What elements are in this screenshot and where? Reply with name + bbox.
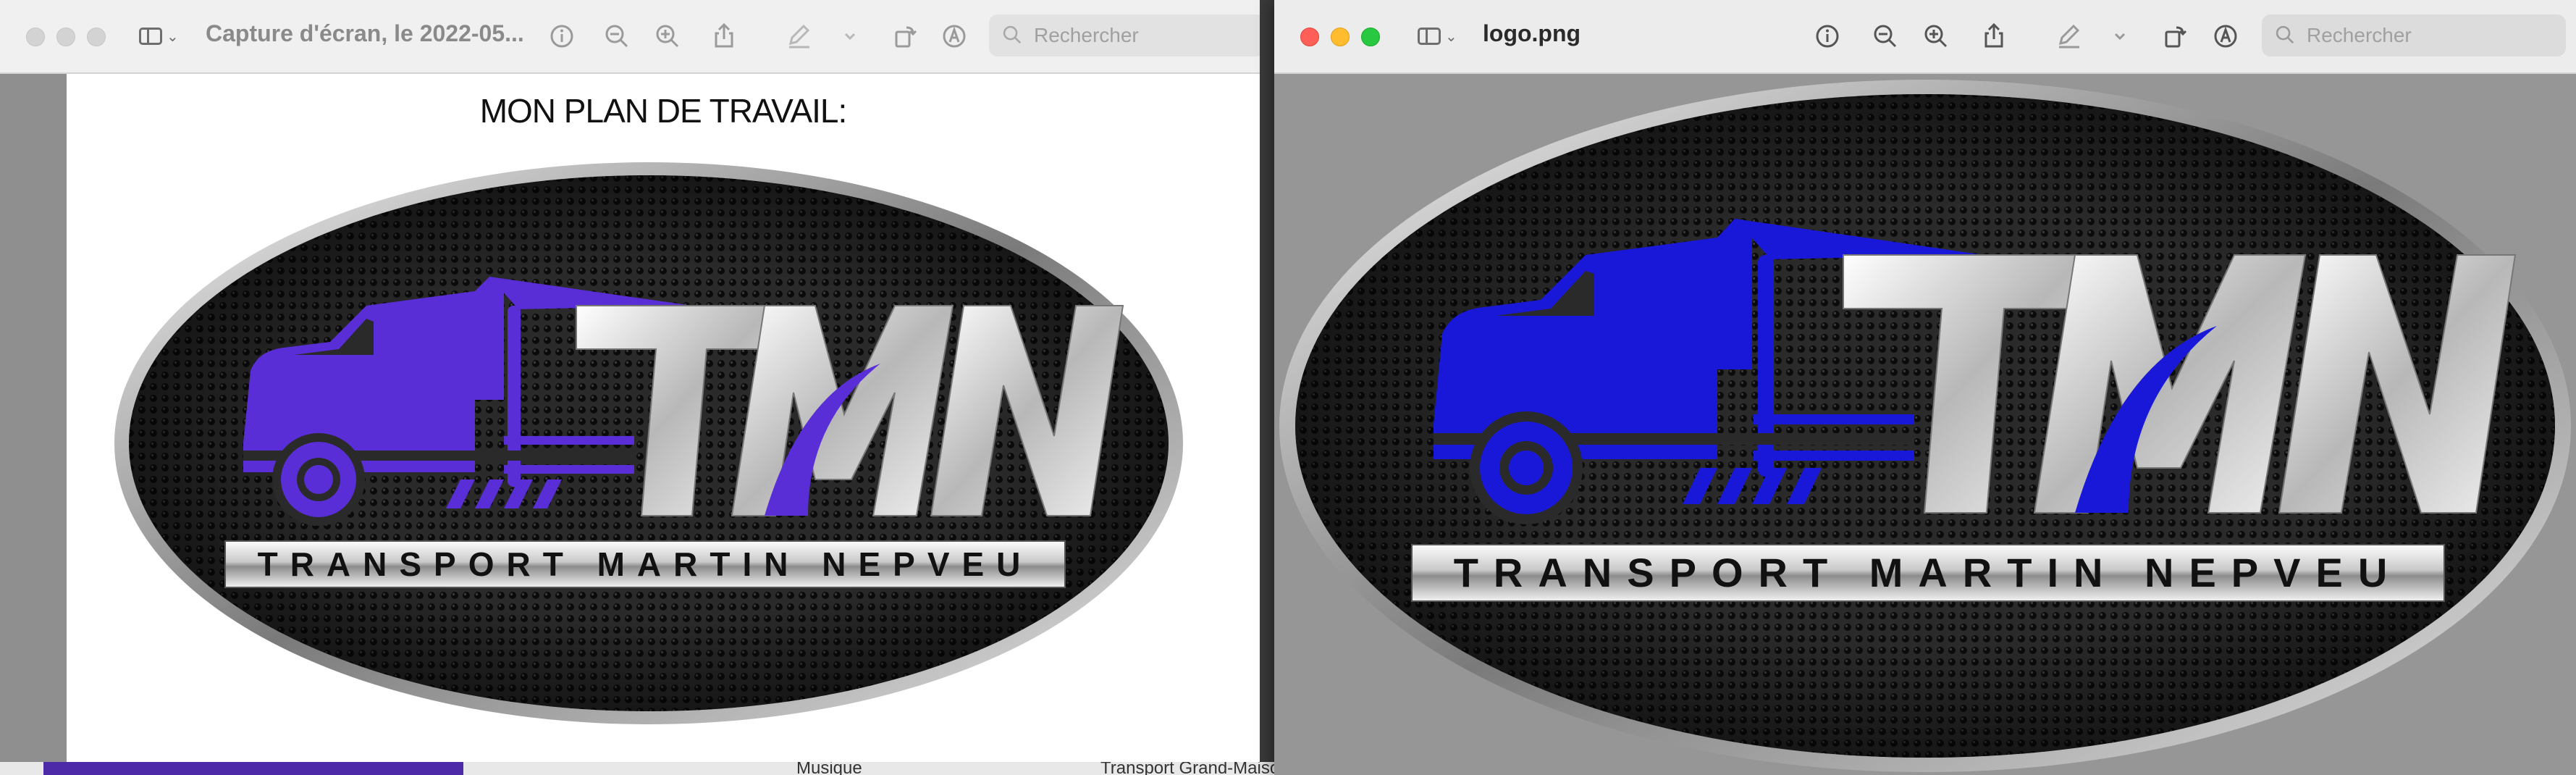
sidebar-toggle-icon bbox=[1418, 28, 1441, 45]
finder-item-music[interactable]: Musique bbox=[796, 762, 862, 775]
logo-tagline: TRANSPORT MARTIN NEPVEU bbox=[1454, 550, 2403, 595]
zoom-in-icon bbox=[1924, 25, 1948, 48]
zoom-out-icon bbox=[1874, 25, 1897, 48]
minimize-button[interactable] bbox=[1331, 28, 1350, 46]
search-field[interactable] bbox=[989, 14, 1260, 56]
rotate-button[interactable] bbox=[2158, 19, 2192, 54]
zoom-in-icon bbox=[656, 25, 679, 48]
document-heading: MON PLAN DE TRAVAIL: bbox=[479, 92, 848, 130]
tmn-logo-image: TRANSPORT MARTIN NEPVEU bbox=[1279, 80, 2571, 772]
zoom-button[interactable] bbox=[87, 28, 106, 46]
annotate-icon bbox=[2214, 25, 2237, 48]
preview-window-left: ⌄ Capture d'écran, le 2022-05... Recherc… bbox=[0, 0, 1260, 775]
finder-thumbnail bbox=[43, 762, 463, 775]
markup-button[interactable] bbox=[782, 19, 817, 54]
markup-menu-button[interactable] bbox=[833, 19, 867, 54]
info-button[interactable] bbox=[544, 19, 579, 54]
zoom-in-button[interactable] bbox=[1919, 19, 1953, 54]
chevron-down-icon: ⌄ bbox=[1445, 28, 1457, 45]
chevron-down-icon: ⌄ bbox=[167, 28, 179, 45]
zoom-in-button[interactable] bbox=[650, 19, 685, 54]
rotate-icon bbox=[2165, 26, 2187, 48]
logo-tagline: TRANSPORT MARTIN NEPVEU bbox=[258, 545, 1033, 583]
rotate-icon bbox=[895, 26, 917, 48]
rotate-button[interactable] bbox=[888, 19, 922, 54]
close-button[interactable] bbox=[1300, 28, 1319, 46]
zoom-button[interactable] bbox=[1361, 28, 1380, 46]
search-field[interactable] bbox=[2262, 14, 2566, 56]
titlebar-left: ⌄ Capture d'écran, le 2022-05... bbox=[0, 0, 1260, 74]
zoom-out-button[interactable] bbox=[599, 19, 634, 54]
share-icon bbox=[715, 22, 733, 48]
annotate-button[interactable] bbox=[937, 19, 972, 54]
sidebar-toggle-button[interactable]: ⌄ bbox=[1418, 22, 1470, 51]
markup-button[interactable] bbox=[2052, 19, 2087, 54]
share-button[interactable] bbox=[707, 19, 741, 54]
sidebar-toggle-icon bbox=[139, 28, 162, 45]
search-icon bbox=[2276, 25, 2294, 44]
tmn-logo-image: TRANSPORT MARTIN NEPVEU bbox=[114, 162, 1183, 724]
finder-window-strip: Musique Transport Grand-Maison bbox=[0, 762, 1274, 775]
sidebar-toggle-button[interactable]: ⌄ bbox=[139, 22, 191, 51]
close-button[interactable] bbox=[26, 28, 45, 46]
markup-pen-icon bbox=[788, 24, 810, 49]
share-button[interactable] bbox=[1977, 19, 2011, 54]
annotate-icon bbox=[943, 25, 966, 48]
search-input[interactable] bbox=[2305, 23, 2525, 48]
traffic-lights-inactive bbox=[26, 28, 106, 46]
zoom-out-button[interactable] bbox=[1868, 19, 1903, 54]
window-title: logo.png bbox=[1483, 20, 1581, 46]
search-input[interactable] bbox=[1032, 23, 1253, 48]
markup-pen-icon bbox=[2058, 24, 2080, 49]
document-page: MON PLAN DE TRAVAIL: TRANSPORT MARTIN NE… bbox=[67, 74, 1260, 762]
search-icon bbox=[1003, 25, 1022, 44]
finder-item-folder[interactable]: Transport Grand-Maison bbox=[1100, 762, 1274, 775]
markup-menu-button[interactable] bbox=[2103, 19, 2137, 54]
traffic-lights bbox=[1300, 28, 1380, 46]
info-icon bbox=[1816, 25, 1839, 48]
annotate-button[interactable] bbox=[2208, 19, 2243, 54]
chevron-down-icon bbox=[844, 33, 856, 41]
share-icon bbox=[1984, 22, 2003, 48]
minimize-button[interactable] bbox=[56, 28, 75, 46]
info-icon bbox=[550, 25, 573, 48]
chevron-down-icon bbox=[2114, 33, 2126, 41]
preview-window-right: ⌄ logo.png Rechercher TRANSPORT MARTIN N… bbox=[1274, 0, 2576, 775]
window-title: Capture d'écran, le 2022-05... bbox=[206, 20, 524, 46]
titlebar-right: ⌄ logo.png bbox=[1274, 0, 2576, 74]
info-button[interactable] bbox=[1810, 19, 1845, 54]
zoom-out-icon bbox=[605, 25, 628, 48]
